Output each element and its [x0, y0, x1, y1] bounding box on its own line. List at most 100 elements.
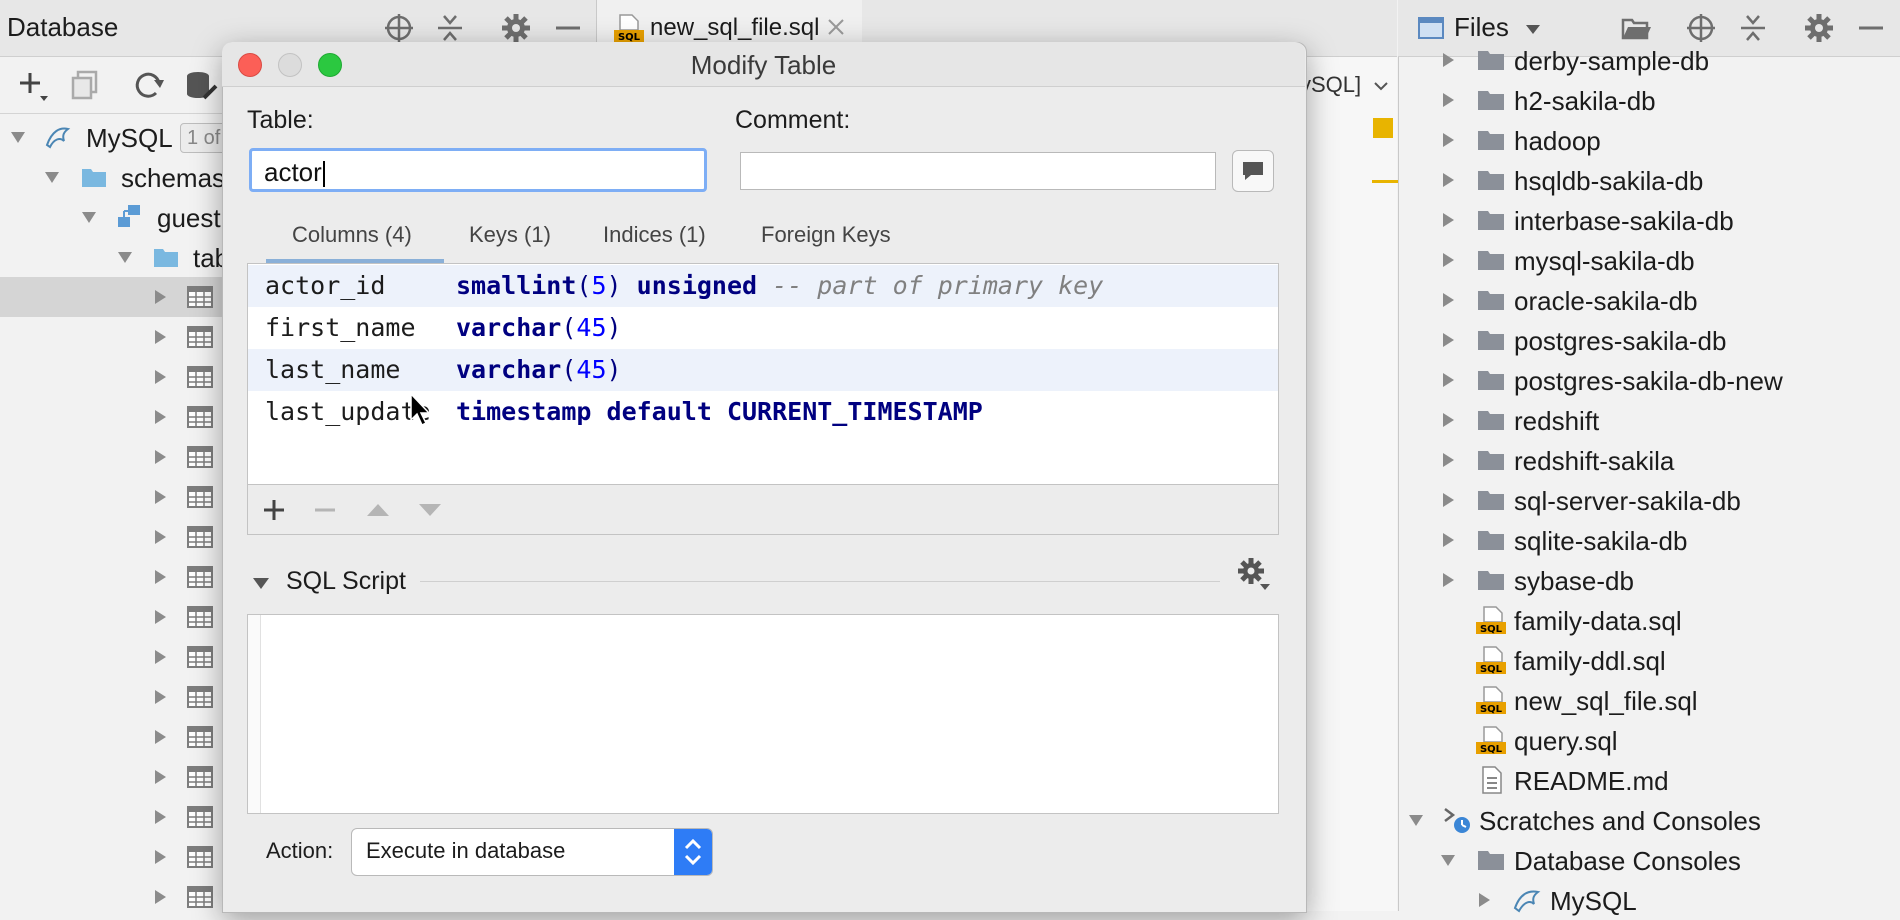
file-tree-folder[interactable]: mysql-sakila-db — [1398, 240, 1900, 280]
chevron-right-icon[interactable] — [1440, 132, 1456, 148]
expand-comment-button[interactable] — [1232, 150, 1274, 192]
chevron-down-icon[interactable] — [1440, 852, 1456, 868]
chevron-right-icon[interactable] — [152, 529, 168, 545]
file-tree-item[interactable]: SQL new_sql_file.sql — [1398, 680, 1900, 720]
column-size: 45 — [576, 355, 607, 384]
column-row[interactable]: actor_id smallint(5) unsigned -- part of … — [248, 265, 1278, 307]
chevron-right-icon[interactable] — [152, 489, 168, 505]
chevron-right-icon[interactable] — [1440, 572, 1456, 588]
table-icon — [186, 563, 214, 591]
chevron-right-icon[interactable] — [1440, 332, 1456, 348]
file-tree-item[interactable]: SQL query.sql — [1398, 720, 1900, 760]
column-row[interactable]: last_update timestamp default CURRENT_TIM… — [248, 391, 1278, 433]
chevron-down-icon[interactable] — [44, 169, 60, 185]
warning-marker[interactable] — [1373, 118, 1393, 138]
file-tree-folder[interactable]: sqlite-sakila-db — [1398, 520, 1900, 560]
sql-script-editor[interactable] — [247, 614, 1279, 814]
data-source-properties-icon[interactable] — [184, 68, 218, 102]
chevron-down-icon[interactable] — [252, 574, 270, 592]
collapse-all-icon[interactable] — [434, 12, 466, 44]
file-tree-folder[interactable]: postgres-sakila-db — [1398, 320, 1900, 360]
chevron-right-icon[interactable] — [152, 849, 168, 865]
chevron-down-icon[interactable] — [117, 249, 133, 265]
file-tree-item[interactable]: MySQL — [1398, 880, 1900, 920]
tab-columns[interactable]: Columns (4) — [292, 222, 412, 248]
chevron-right-icon[interactable] — [152, 449, 168, 465]
file-tree-folder[interactable]: redshift — [1398, 400, 1900, 440]
files-title[interactable]: Files — [1454, 12, 1509, 43]
table-name-input[interactable]: actor — [249, 148, 707, 192]
chevron-right-icon[interactable] — [1440, 492, 1456, 508]
chevron-down-icon[interactable] — [10, 129, 26, 145]
chevron-right-icon[interactable] — [1476, 892, 1492, 908]
chevron-down-icon[interactable] — [81, 209, 97, 225]
remove-column-icon[interactable] — [311, 496, 339, 524]
select-stepper-icon[interactable] — [674, 829, 712, 875]
caret-row-marker — [1372, 180, 1398, 183]
add-column-icon[interactable] — [260, 496, 288, 524]
chevron-right-icon[interactable] — [1440, 292, 1456, 308]
chevron-right-icon[interactable] — [152, 689, 168, 705]
column-row[interactable]: first_name varchar(45) — [248, 307, 1278, 349]
chevron-right-icon[interactable] — [152, 289, 168, 305]
tab-keys[interactable]: Keys (1) — [469, 222, 551, 248]
chevron-right-icon[interactable] — [152, 649, 168, 665]
file-tree-label: Scratches and Consoles — [1479, 806, 1761, 836]
file-tree-folder[interactable]: postgres-sakila-db-new — [1398, 360, 1900, 400]
dialog-title: Modify Table — [690, 50, 837, 80]
chevron-right-icon[interactable] — [1440, 452, 1456, 468]
crosshair-icon[interactable] — [383, 12, 415, 44]
file-tree-folder[interactable]: sql-server-sakila-db — [1398, 480, 1900, 520]
minimize-icon[interactable] — [552, 12, 584, 44]
file-tree-item[interactable]: README.md — [1398, 760, 1900, 800]
tab-foreign-keys[interactable]: Foreign Keys — [761, 222, 891, 248]
close-icon[interactable] — [825, 16, 847, 38]
chevron-right-icon[interactable] — [152, 609, 168, 625]
chevron-right-icon[interactable] — [1440, 92, 1456, 108]
chevron-right-icon[interactable] — [1440, 372, 1456, 388]
file-tree-folder[interactable]: derby-sample-db — [1398, 40, 1900, 80]
refresh-icon[interactable] — [132, 68, 166, 102]
table-icon — [186, 683, 214, 711]
add-icon[interactable] — [16, 68, 50, 102]
chevron-right-icon[interactable] — [1440, 212, 1456, 228]
editor-tab-label: new_sql_file.sql — [650, 14, 820, 41]
file-tree-folder[interactable]: Database Consoles — [1398, 840, 1900, 880]
file-tree-folder[interactable]: interbase-sakila-db — [1398, 200, 1900, 240]
file-tree-item[interactable]: SQL family-data.sql — [1398, 600, 1900, 640]
file-tree-item[interactable]: Scratches and Consoles — [1398, 800, 1900, 840]
chevron-right-icon[interactable] — [152, 729, 168, 745]
chevron-right-icon[interactable] — [152, 889, 168, 905]
gear-icon[interactable] — [1236, 556, 1270, 590]
move-down-icon[interactable] — [416, 496, 444, 524]
chevron-right-icon[interactable] — [1440, 532, 1456, 548]
duplicate-icon[interactable] — [68, 68, 102, 102]
chevron-right-icon[interactable] — [1440, 172, 1456, 188]
chevron-right-icon[interactable] — [152, 809, 168, 825]
sql-script-label[interactable]: SQL Script — [286, 567, 406, 596]
tab-indices[interactable]: Indices (1) — [603, 222, 706, 248]
chevron-right-icon[interactable] — [1440, 412, 1456, 428]
gear-icon[interactable] — [500, 12, 532, 44]
chevron-right-icon[interactable] — [152, 769, 168, 785]
file-tree-folder[interactable]: h2-sakila-db — [1398, 80, 1900, 120]
file-tree-folder[interactable]: redshift-sakila — [1398, 440, 1900, 480]
chevron-right-icon[interactable] — [152, 329, 168, 345]
file-tree-item[interactable]: SQL family-ddl.sql — [1398, 640, 1900, 680]
file-tree-folder[interactable]: hsqldb-sakila-db — [1398, 160, 1900, 200]
chevron-right-icon[interactable] — [152, 409, 168, 425]
file-tree-folder[interactable]: sybase-db — [1398, 560, 1900, 600]
column-row[interactable]: last_name varchar(45) — [248, 349, 1278, 391]
chevron-right-icon[interactable] — [152, 369, 168, 385]
file-tree-folder[interactable]: oracle-sakila-db — [1398, 280, 1900, 320]
file-tree-folder[interactable]: hadoop — [1398, 120, 1900, 160]
chevron-right-icon[interactable] — [152, 569, 168, 585]
chevron-down-icon[interactable] — [1408, 812, 1424, 828]
chevron-right-icon[interactable] — [1440, 52, 1456, 68]
console-selector[interactable]: ySQL] — [1300, 72, 1389, 98]
move-up-icon[interactable] — [364, 496, 392, 524]
chevron-down-icon[interactable] — [1524, 20, 1542, 38]
table-icon — [186, 763, 214, 791]
comment-input[interactable] — [740, 152, 1216, 190]
chevron-right-icon[interactable] — [1440, 252, 1456, 268]
